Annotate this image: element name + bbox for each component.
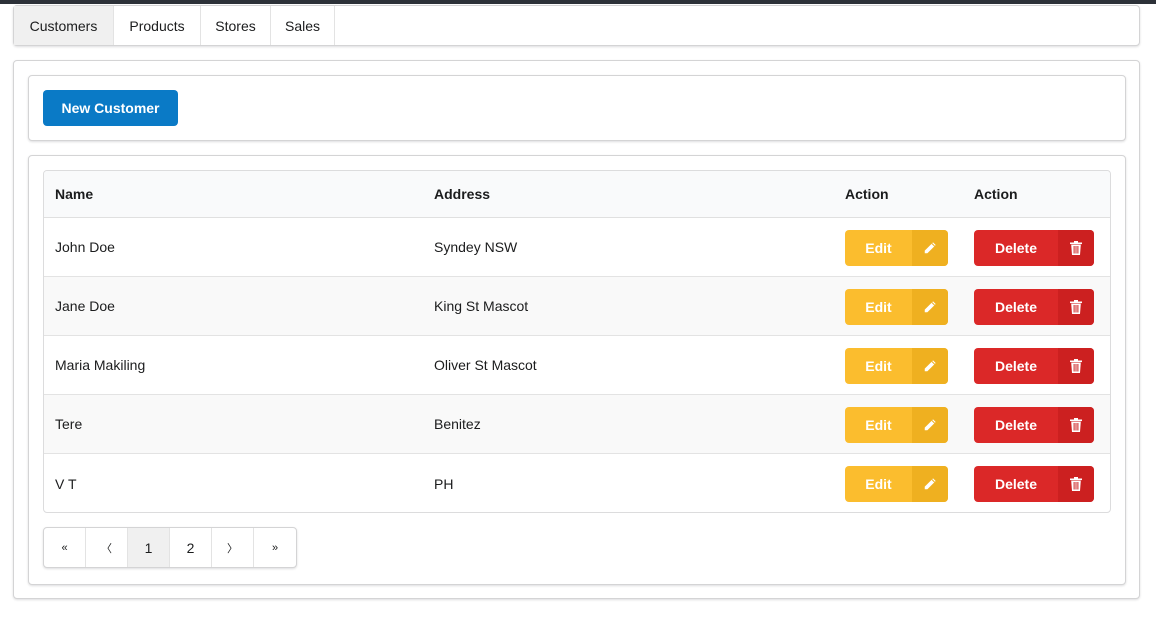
delete-label: Delete xyxy=(994,299,1038,315)
edit-label: Edit xyxy=(865,240,892,256)
top-bar xyxy=(0,0,1156,4)
delete-button[interactable]: Delete xyxy=(974,466,1094,502)
customer-name: Maria Makiling xyxy=(55,357,146,373)
prev-page-button[interactable]: 〈 xyxy=(86,528,128,567)
edit-label: Edit xyxy=(865,299,892,315)
delete-label: Delete xyxy=(994,240,1038,256)
trash-icon xyxy=(1058,466,1094,502)
table-row: Maria Makiling Oliver St Mascot Edit Delete xyxy=(44,336,1110,395)
pencil-icon xyxy=(912,289,948,325)
table-row: John Doe Syndey NSW Edit Delete xyxy=(44,218,1110,277)
edit-button[interactable]: Edit xyxy=(845,289,948,325)
tab-customers[interactable]: Customers xyxy=(14,6,114,45)
delete-button[interactable]: Delete xyxy=(974,289,1094,325)
next-page-button[interactable]: 〉 xyxy=(212,528,254,567)
pencil-icon xyxy=(912,348,948,384)
customers-panel: New Customer Name Address Action Action … xyxy=(13,60,1140,599)
last-page-button[interactable]: » xyxy=(254,528,296,567)
customers-table: Name Address Action Action John Doe Synde… xyxy=(43,170,1111,513)
customer-name: Tere xyxy=(55,416,83,432)
edit-button[interactable]: Edit xyxy=(845,407,948,443)
pencil-icon xyxy=(912,466,948,502)
header-address: Address xyxy=(434,186,491,202)
toolbar-segment: New Customer xyxy=(28,75,1126,141)
edit-label: Edit xyxy=(865,476,892,492)
delete-button[interactable]: Delete xyxy=(974,348,1094,384)
customer-address: Oliver St Mascot xyxy=(434,357,537,373)
header-action-edit: Action xyxy=(845,186,889,202)
pencil-icon xyxy=(912,407,948,443)
edit-label: Edit xyxy=(865,358,892,374)
table-row: Tere Benitez Edit Delete xyxy=(44,395,1110,454)
trash-icon xyxy=(1058,348,1094,384)
tab-sales[interactable]: Sales xyxy=(271,6,335,45)
trash-icon xyxy=(1058,289,1094,325)
tab-products[interactable]: Products xyxy=(114,6,201,45)
customer-name: John Doe xyxy=(55,239,115,255)
new-customer-button[interactable]: New Customer xyxy=(43,90,178,126)
table-header: Name Address Action Action xyxy=(44,171,1110,218)
table-segment: Name Address Action Action John Doe Synde… xyxy=(28,155,1126,585)
delete-button[interactable]: Delete xyxy=(974,230,1094,266)
customer-address: PH xyxy=(434,475,454,492)
pencil-icon xyxy=(912,230,948,266)
tab-menu: Customers Products Stores Sales xyxy=(13,5,1140,46)
page-2-button[interactable]: 2 xyxy=(170,528,212,567)
table-row: V T PH Edit Delete xyxy=(44,454,1110,512)
customer-name: V T xyxy=(55,475,77,492)
delete-button[interactable]: Delete xyxy=(974,407,1094,443)
edit-label: Edit xyxy=(865,417,892,433)
pagination: « 〈 1 2 〉 » xyxy=(43,527,297,568)
customer-address: Benitez xyxy=(434,416,481,432)
tab-stores[interactable]: Stores xyxy=(201,6,271,45)
customer-name: Jane Doe xyxy=(55,298,115,314)
edit-button[interactable]: Edit xyxy=(845,230,948,266)
first-page-button[interactable]: « xyxy=(44,528,86,567)
trash-icon xyxy=(1058,407,1094,443)
header-action-delete: Action xyxy=(974,186,1018,202)
delete-label: Delete xyxy=(994,476,1038,492)
trash-icon xyxy=(1058,230,1094,266)
edit-button[interactable]: Edit xyxy=(845,348,948,384)
edit-button[interactable]: Edit xyxy=(845,466,948,502)
customer-address: King St Mascot xyxy=(434,298,529,314)
delete-label: Delete xyxy=(994,358,1038,374)
page-1-button[interactable]: 1 xyxy=(128,528,170,567)
customer-address: Syndey NSW xyxy=(434,239,518,255)
table-row: Jane Doe King St Mascot Edit Delete xyxy=(44,277,1110,336)
header-name: Name xyxy=(55,186,94,202)
table-body: John Doe Syndey NSW Edit Delete Jane Doe King… xyxy=(44,218,1110,512)
delete-label: Delete xyxy=(994,417,1038,433)
